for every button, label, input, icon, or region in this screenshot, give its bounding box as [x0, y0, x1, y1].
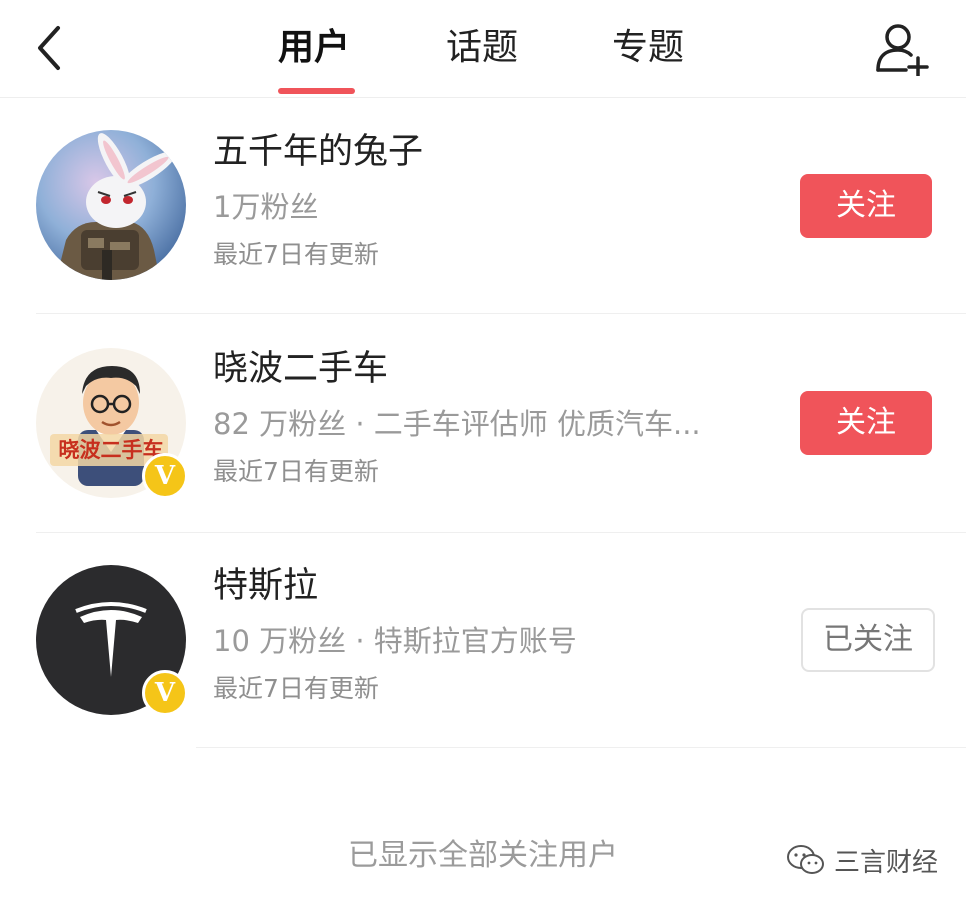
header-divider	[0, 97, 966, 98]
user-meta: 82 万粉丝 · 二手车评估师 优质汽车...	[213, 407, 701, 441]
active-tab-indicator	[278, 88, 355, 94]
user-name: 晓波二手车	[213, 349, 389, 389]
row-divider	[36, 313, 966, 314]
user-name: 五千年的兔子	[213, 132, 424, 172]
update-status: 最近7日有更新	[213, 674, 379, 703]
verified-badge-icon: V	[142, 453, 188, 499]
avatar	[36, 130, 186, 280]
tab-topics[interactable]: 话题	[446, 22, 518, 74]
follow-button[interactable]: 关注	[800, 174, 932, 238]
verified-badge-icon: V	[142, 670, 188, 716]
back-button[interactable]	[28, 22, 76, 74]
add-user-icon	[876, 24, 929, 78]
add-user-button[interactable]	[872, 20, 932, 78]
user-row[interactable]: 晓波二手车 V 晓波二手车 82 万粉丝 · 二手车评估师 优质汽车... 最近…	[0, 325, 966, 525]
top-bar: 用户 话题 专题	[0, 0, 966, 98]
watermark: 三言财经	[786, 840, 938, 880]
watermark-text: 三言财经	[834, 847, 939, 878]
user-meta: 10 万粉丝 · 特斯拉官方账号	[213, 624, 577, 658]
tab-specials[interactable]: 专题	[612, 22, 684, 74]
update-status: 最近7日有更新	[213, 240, 379, 269]
update-status: 最近7日有更新	[213, 457, 379, 486]
follow-button[interactable]: 关注	[800, 391, 932, 455]
row-divider	[36, 532, 966, 533]
wechat-icon	[787, 845, 824, 874]
user-row[interactable]: V 特斯拉 10 万粉丝 · 特斯拉官方账号 最近7日有更新 已关注	[0, 542, 966, 742]
chevron-left-icon	[38, 26, 60, 70]
user-meta: 1万粉丝	[213, 190, 319, 224]
user-name: 特斯拉	[213, 566, 319, 606]
following-button[interactable]: 已关注	[801, 608, 935, 672]
tab-users[interactable]: 用户	[278, 22, 350, 74]
row-divider	[196, 747, 966, 748]
user-row[interactable]: 五千年的兔子 1万粉丝 最近7日有更新 关注	[0, 108, 966, 308]
